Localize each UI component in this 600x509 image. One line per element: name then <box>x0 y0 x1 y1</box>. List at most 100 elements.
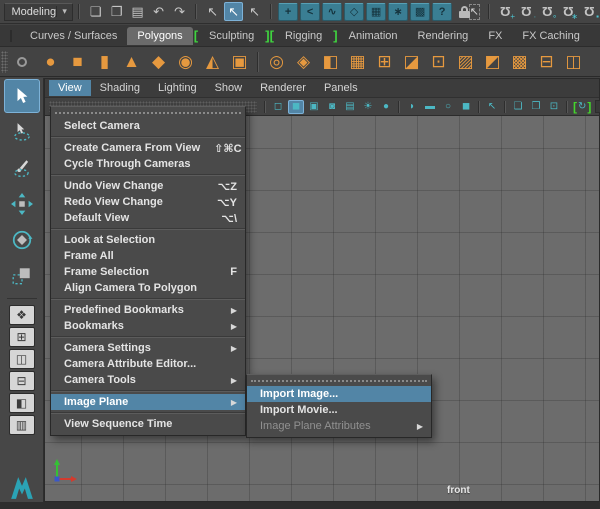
undo-icon[interactable]: ↶ <box>149 2 168 21</box>
menu-item-image-plane-attributes[interactable]: Image Plane Attributes ▶ <box>247 418 431 434</box>
menu-item-cycle-through-cameras[interactable]: Cycle Through Cameras ▶ <box>51 156 245 172</box>
status-separator[interactable] <box>78 4 80 19</box>
tab-xgen[interactable]: XGen <box>590 27 600 45</box>
shelf-options-icon[interactable] <box>17 57 27 67</box>
symmetry-icon[interactable]: ◇ <box>344 3 364 21</box>
layout-four-pane-button[interactable]: ⊞ <box>9 327 35 347</box>
menu-item-select-camera[interactable]: Select Camera ▶ <box>51 118 245 134</box>
make-live-icon[interactable]: ∿ <box>322 3 342 21</box>
paint-select-tool[interactable] <box>4 151 40 185</box>
panel-layout-b-icon[interactable]: ❐ <box>528 100 544 114</box>
menu-item-create-camera-from-view[interactable]: Create Camera From View ⇧⌘C ▶ <box>51 140 245 156</box>
layout-single-pane-button[interactable]: ❖ <box>9 305 35 325</box>
select-by-object-icon[interactable]: ↖ <box>224 2 243 21</box>
mirror-icon[interactable]: ◧ <box>317 50 344 74</box>
select-by-component-icon[interactable]: ↖ <box>245 2 264 21</box>
tab-rigging[interactable]: Rigging <box>275 27 332 45</box>
frame-rate-field[interactable]: 0.00 <box>595 100 600 113</box>
menu-item-look-at-selection[interactable]: Look at Selection ▶ <box>51 232 245 248</box>
insert-edge-loop-icon[interactable]: ◫ <box>560 50 587 74</box>
tab-rendering[interactable]: Rendering <box>408 27 479 45</box>
toolbar-separator[interactable] <box>398 101 400 113</box>
panel-layout-a-icon[interactable]: ❏ <box>510 100 526 114</box>
menu-separator[interactable]: ▶ <box>51 228 245 230</box>
select-by-hierarchy-icon[interactable]: ↖ <box>203 2 222 21</box>
shadows-icon[interactable]: ● <box>378 100 394 114</box>
default-lighting-icon[interactable]: ☀ <box>360 100 376 114</box>
panel-menu-lighting[interactable]: Lighting <box>149 80 206 96</box>
menu-item-frame-selection[interactable]: Frame Selection F ▶ <box>51 264 245 280</box>
bridge-icon[interactable]: ▩ <box>506 50 533 74</box>
isolate-select-icon[interactable]: ◗ <box>404 100 420 114</box>
polygon-sphere-icon[interactable]: ● <box>37 50 64 74</box>
snap-to-point-icon[interactable]: Ω ∘ <box>538 3 557 21</box>
separate-icon[interactable]: ◈ <box>290 50 317 74</box>
polygon-torus-icon[interactable]: ◉ <box>172 50 199 74</box>
snap-to-projected-center-icon[interactable]: Ω ∗ <box>559 3 578 21</box>
polygon-plane-icon[interactable]: ◆ <box>145 50 172 74</box>
bevel-icon[interactable]: ▨ <box>452 50 479 74</box>
tab-sculpting[interactable]: Sculpting <box>199 27 264 45</box>
menu-separator[interactable]: ▶ <box>51 412 245 414</box>
menu-item-bookmarks[interactable]: Bookmarks ▶ <box>51 318 245 334</box>
shelf-separator[interactable] <box>257 52 259 72</box>
menu-item-undo-view-change[interactable]: Undo View Change ⌥Z ▶ <box>51 178 245 194</box>
save-scene-icon[interactable]: ▤ <box>128 2 147 21</box>
highlight-selection-icon[interactable]: ↖ <box>469 4 480 20</box>
extrude-icon[interactable]: ◩ <box>479 50 506 74</box>
polygon-cylinder-icon[interactable]: ▮ <box>91 50 118 74</box>
rotate-tool[interactable] <box>4 223 40 257</box>
soft-select-icon[interactable]: < <box>300 3 320 21</box>
select-tool[interactable] <box>4 79 40 113</box>
lasso-tool[interactable] <box>4 115 40 149</box>
move-tool[interactable] <box>4 187 40 221</box>
snap-to-curve-icon[interactable]: Ω ∙ <box>517 3 536 21</box>
multi-cut-icon[interactable]: ⊡ <box>425 50 452 74</box>
polygon-pyramid-icon[interactable]: ◭ <box>199 50 226 74</box>
panel-menu-show[interactable]: Show <box>206 80 252 96</box>
menu-separator[interactable]: ▶ <box>51 298 245 300</box>
menuset-dropdown[interactable]: Modeling ▾ <box>4 3 73 21</box>
render-settings-icon[interactable]: ▩ <box>410 3 430 21</box>
toolbar-separator[interactable] <box>264 101 266 113</box>
menu-item-import-movie[interactable]: Import Movie... ▶ <box>247 402 431 418</box>
polygon-cone-icon[interactable]: ▲ <box>118 50 145 74</box>
menu-item-view-sequence-time[interactable]: View Sequence Time ▶ <box>51 416 245 432</box>
menu-item-import-image[interactable]: Import Image... ▶ <box>247 386 431 402</box>
menu-separator[interactable]: ▶ <box>51 174 245 176</box>
toolbar-separator[interactable] <box>566 101 568 113</box>
layout-hypershade-persp-button[interactable]: ◧ <box>9 393 35 413</box>
panel-cursor-icon[interactable]: ↖ <box>484 100 500 114</box>
textured-mode-icon[interactable]: ▣ <box>306 100 322 114</box>
toolbar-separator[interactable] <box>478 101 480 113</box>
menu-item-camera-tools[interactable]: Camera Tools ▶ <box>51 372 245 388</box>
boolean-icon[interactable]: ◪ <box>398 50 425 74</box>
panel-menu-shading[interactable]: Shading <box>91 80 149 96</box>
status-separator[interactable] <box>195 4 197 19</box>
menu-item-frame-all[interactable]: Frame All ▶ <box>51 248 245 264</box>
snap-to-view-plane-icon[interactable]: Ω ▪ <box>580 3 599 21</box>
hypershade-icon[interactable]: ∗ <box>388 3 408 21</box>
layout-outliner-persp-button[interactable]: ◫ <box>9 349 35 369</box>
menu-item-align-camera-to-polygon[interactable]: Align Camera To Polygon ▶ <box>51 280 245 296</box>
open-scene-icon[interactable]: ❐ <box>107 2 126 21</box>
menu-separator[interactable]: ▶ <box>51 136 245 138</box>
menu-separator[interactable]: ▶ <box>51 336 245 338</box>
move-tool-status-icon[interactable]: + <box>278 3 298 21</box>
xray-icon[interactable]: ▬ <box>422 100 438 114</box>
shelf-grip[interactable] <box>1 51 8 73</box>
tab-fx-caching[interactable]: FX Caching <box>512 27 589 45</box>
render-view-icon[interactable]: ▦ <box>366 3 386 21</box>
menu-tearoff-handle[interactable] <box>251 380 427 382</box>
polygon-cube-icon[interactable]: ■ <box>64 50 91 74</box>
panel-menu-panels[interactable]: Panels <box>315 80 367 96</box>
snap-to-grid-icon[interactable]: Ω + <box>496 3 515 21</box>
panel-menu-renderer[interactable]: Renderer <box>251 80 315 96</box>
polygon-pipe-icon[interactable]: ▣ <box>226 50 253 74</box>
shelf-menu-icon[interactable] <box>10 30 12 42</box>
menu-separator[interactable]: ▶ <box>51 390 245 392</box>
layout-persp-outliner-button[interactable]: ▥ <box>9 415 35 435</box>
status-separator[interactable] <box>270 4 272 19</box>
lock-icon[interactable] <box>459 6 460 18</box>
lighting-mode-icon[interactable]: ◙ <box>324 100 340 114</box>
